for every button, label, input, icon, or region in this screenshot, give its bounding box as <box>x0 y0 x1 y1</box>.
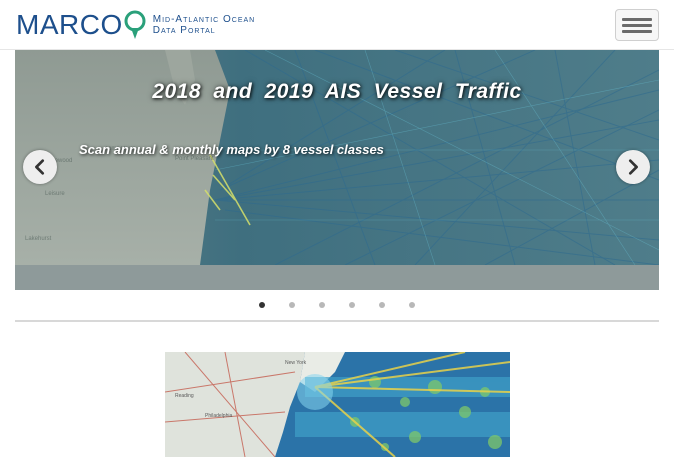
map-pin-icon <box>124 10 146 39</box>
logo-text: MARCO <box>16 9 123 40</box>
carousel-indicators <box>0 299 674 311</box>
hamburger-icon-bar <box>622 23 652 27</box>
carousel-indicator-2[interactable] <box>289 302 295 308</box>
logo-subtitle: Mid-Atlantic Ocean Data Portal <box>153 14 256 36</box>
carousel-indicator-1[interactable] <box>259 302 265 308</box>
carousel-indicator-3[interactable] <box>319 302 325 308</box>
carousel-indicator-5[interactable] <box>379 302 385 308</box>
carousel-next-button[interactable] <box>616 150 650 184</box>
ocean-map-thumbnail-image: Reading Philadelphia New York <box>165 352 510 457</box>
carousel-prev-button[interactable] <box>23 150 57 184</box>
chevron-right-icon <box>628 159 638 175</box>
svg-text:Reading: Reading <box>175 393 194 399</box>
svg-text:New York: New York <box>285 360 307 366</box>
carousel-caption-bar <box>15 265 659 290</box>
site-header: MARCO Mid-Atlantic Ocean Data Portal <box>0 0 674 50</box>
svg-text:Lakehurst: Lakehurst <box>25 236 52 242</box>
carousel-indicator-6[interactable] <box>409 302 415 308</box>
carousel-indicator-4[interactable] <box>349 302 355 308</box>
featured-carousel[interactable]: Lakewood Toms River Leisure Lakehurst Poin… <box>15 50 659 290</box>
chevron-left-icon <box>35 159 45 175</box>
svg-text:Leisure: Leisure <box>45 191 65 197</box>
marco-logo[interactable]: MARCO Mid-Atlantic Ocean Data Portal <box>16 10 255 40</box>
logo-subtitle-line2: Data Portal <box>152 25 216 36</box>
svg-text:Philadelphia: Philadelphia <box>205 413 232 419</box>
hamburger-icon <box>622 17 652 21</box>
hamburger-icon-bar <box>622 29 652 33</box>
logo-subtitle-line1: Mid-Atlantic Ocean <box>152 14 256 25</box>
featured-map-thumbnail[interactable]: Reading Philadelphia New York <box>165 352 510 457</box>
section-divider <box>15 320 659 322</box>
slide-title[interactable]: 2018 and 2019 AIS Vessel Traffic <box>15 80 659 104</box>
slide-subtitle: Scan annual & monthly maps by 8 vessel c… <box>79 142 384 157</box>
hamburger-menu-button[interactable] <box>615 9 659 41</box>
